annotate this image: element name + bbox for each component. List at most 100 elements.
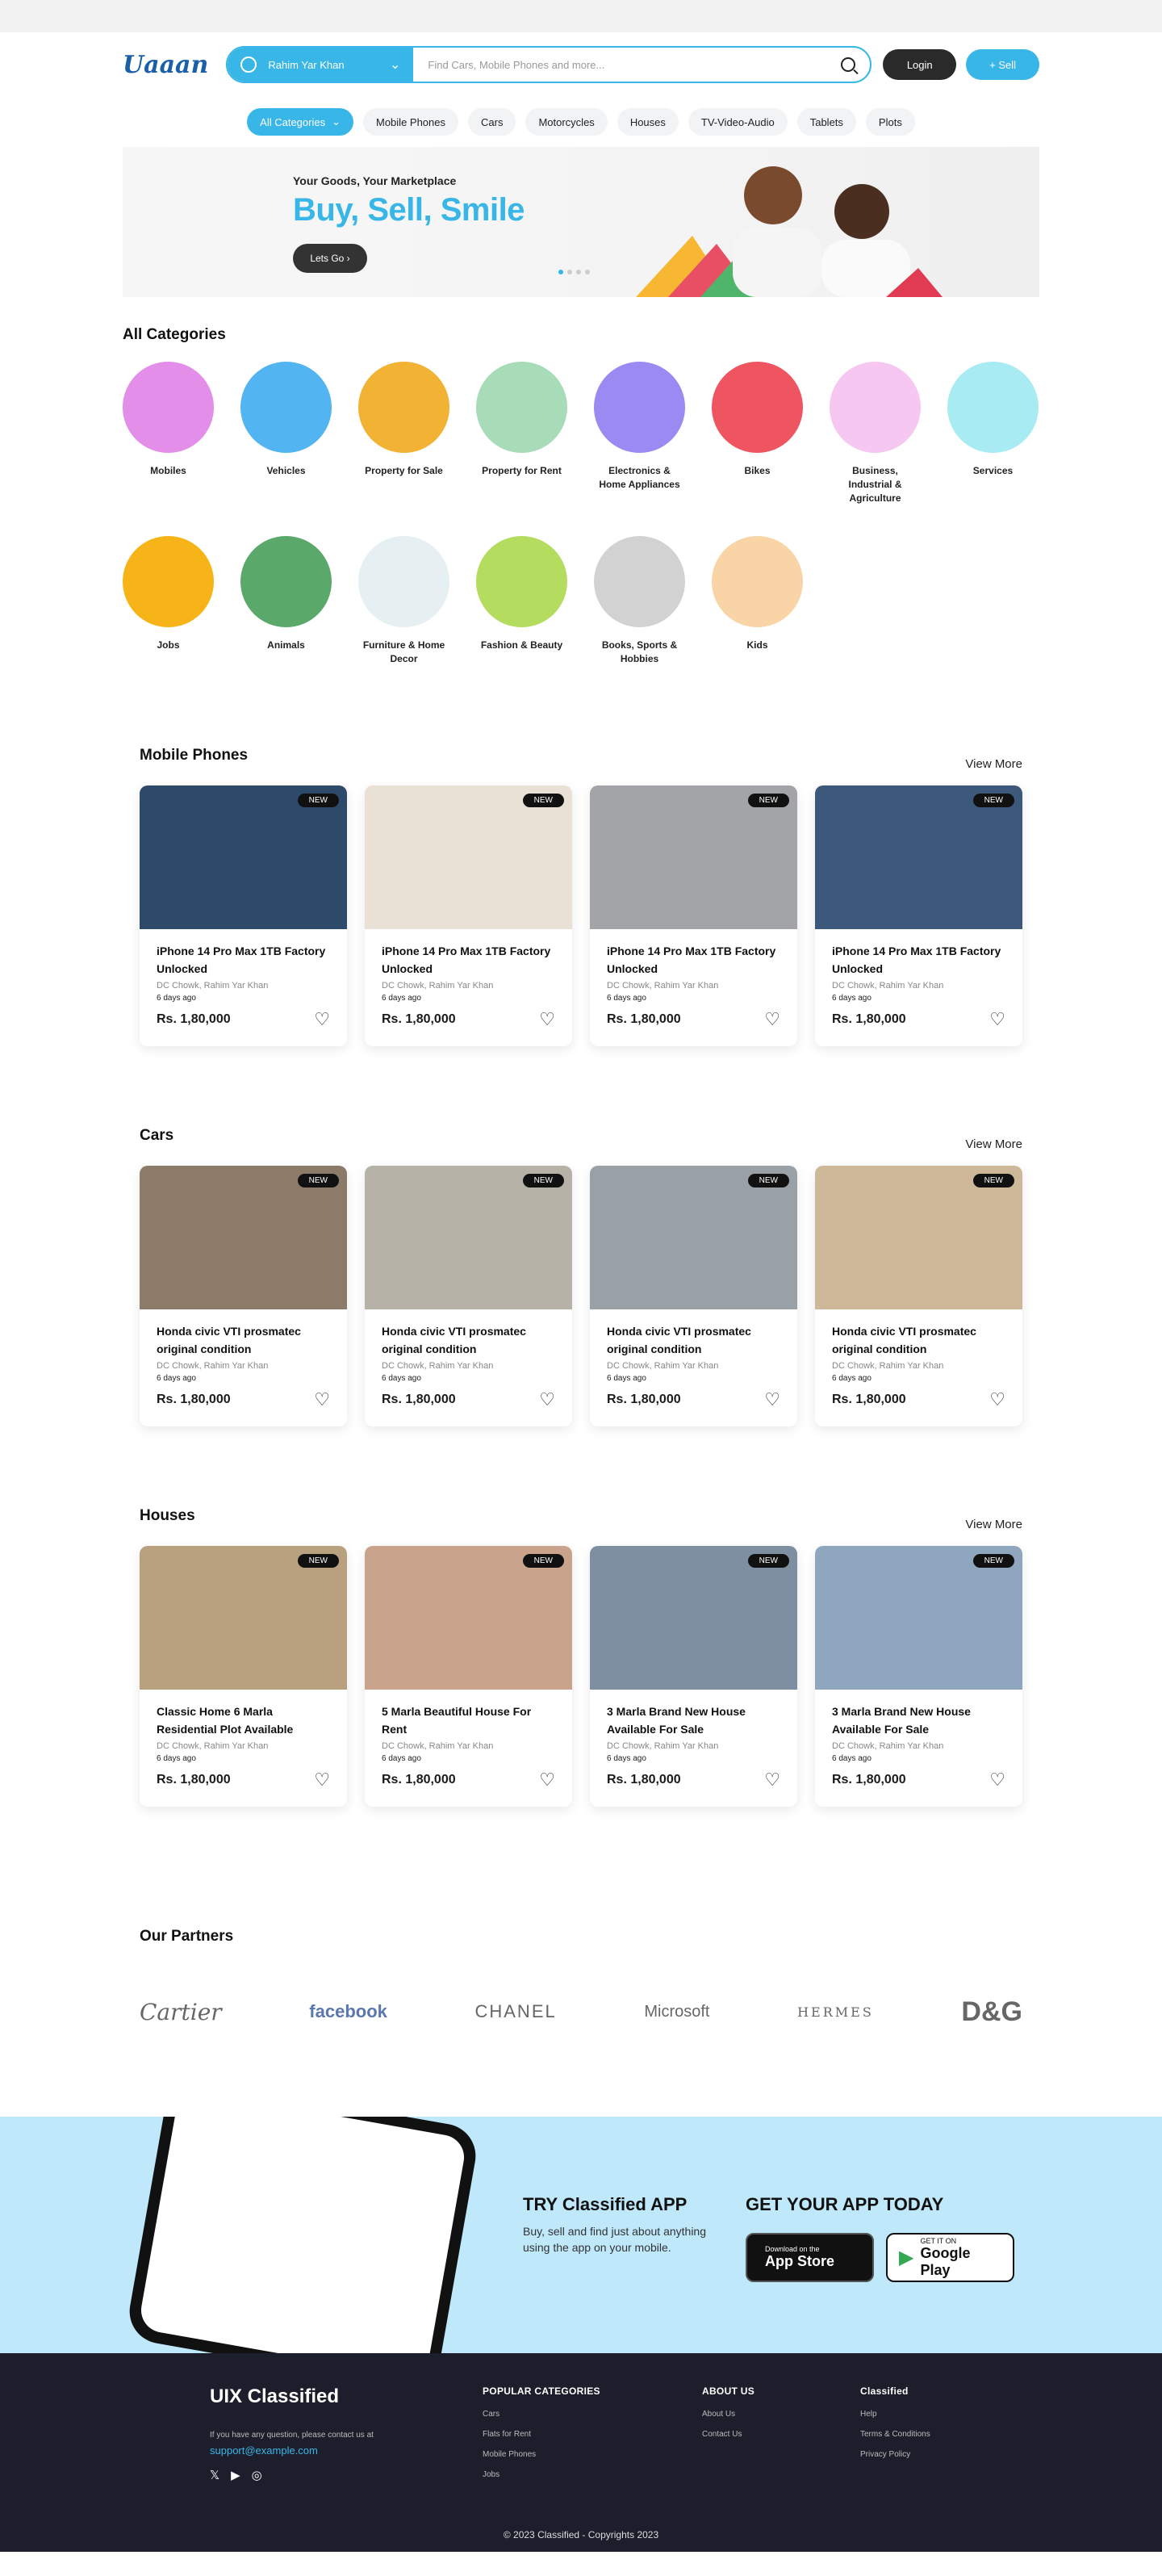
heart-icon[interactable]: ♡ bbox=[539, 1770, 555, 1791]
heart-icon[interactable]: ♡ bbox=[764, 1389, 780, 1410]
hero-tagline: Your Goods, Your Marketplace bbox=[293, 174, 457, 187]
heart-icon[interactable]: ♡ bbox=[764, 1770, 780, 1791]
category-item[interactable]: Property for Sale bbox=[358, 362, 449, 505]
listing-card[interactable]: NEW Honda civic VTI prosmatec original co… bbox=[140, 1166, 347, 1426]
category-item[interactable]: Animals bbox=[240, 536, 332, 666]
youtube-icon[interactable]: ▶ bbox=[231, 2468, 240, 2482]
listing-card[interactable]: NEW Honda civic VTI prosmatec original co… bbox=[815, 1166, 1022, 1426]
site-logo[interactable]: Uaaan bbox=[123, 51, 223, 79]
twitter-icon[interactable]: 𝕏 bbox=[210, 2468, 219, 2482]
category-item[interactable]: Electronics & Home Appliances bbox=[594, 362, 685, 505]
nav-item[interactable]: Houses bbox=[617, 108, 679, 136]
listing-card[interactable]: NEW Honda civic VTI prosmatec original co… bbox=[590, 1166, 797, 1426]
category-label: Property for Sale bbox=[365, 465, 443, 476]
heart-icon[interactable]: ♡ bbox=[314, 1389, 330, 1410]
hero-headline: Buy, Sell, Smile bbox=[293, 192, 525, 228]
footer-link[interactable]: Mobile Phones bbox=[483, 2450, 702, 2459]
listing-location: DC Chowk, Rahim Yar Khan bbox=[832, 1741, 944, 1751]
nav-item[interactable]: Motorcycles bbox=[525, 108, 608, 136]
search-input[interactable]: Find Cars, Mobile Phones and more... bbox=[413, 48, 870, 82]
heart-icon[interactable]: ♡ bbox=[539, 1009, 555, 1030]
heart-icon[interactable]: ♡ bbox=[314, 1009, 330, 1030]
listing-card[interactable]: NEW iPhone 14 Pro Max 1TB Factory Unlocke… bbox=[815, 785, 1022, 1046]
category-item[interactable]: Property for Rent bbox=[476, 362, 567, 505]
listing-location: DC Chowk, Rahim Yar Khan bbox=[607, 1361, 719, 1371]
category-label: Electronics & Home Appliances bbox=[599, 465, 680, 490]
category-image bbox=[830, 362, 921, 453]
listing-card[interactable]: NEW 5 Marla Beautiful House For Rent DC Ch… bbox=[365, 1546, 572, 1807]
view-more-link[interactable]: View More bbox=[965, 1518, 1022, 1531]
sell-button[interactable]: + Sell bbox=[966, 49, 1039, 80]
heart-icon[interactable]: ♡ bbox=[989, 1389, 1005, 1410]
all-categories-button[interactable]: All Categories ⌄ bbox=[247, 108, 353, 136]
listing-price: Rs. 1,80,000 bbox=[607, 1773, 681, 1786]
search-icon[interactable] bbox=[841, 57, 856, 72]
listing-card[interactable]: NEW iPhone 14 Pro Max 1TB Factory Unlocke… bbox=[140, 785, 347, 1046]
hero-cta-button[interactable]: Lets Go › bbox=[293, 244, 367, 273]
view-more-link[interactable]: View More bbox=[965, 1137, 1022, 1151]
heart-icon[interactable]: ♡ bbox=[539, 1389, 555, 1410]
category-label: Services bbox=[972, 465, 1014, 476]
category-item[interactable]: Vehicles bbox=[240, 362, 332, 505]
listing-section: Mobile Phones View More NEW iPhone 14 Pro M… bbox=[0, 747, 1162, 1046]
partner-logos: Cartier facebook CHANEL Microsoft HERMES… bbox=[140, 1979, 1022, 2044]
location-selector[interactable]: Rahim Yar Khan ⌄ bbox=[228, 48, 414, 82]
listing-card[interactable]: NEW Honda civic VTI prosmatec original co… bbox=[365, 1166, 572, 1426]
category-label: Animals bbox=[267, 639, 305, 651]
listing-location: DC Chowk, Rahim Yar Khan bbox=[382, 981, 494, 991]
footer-logo[interactable]: UIX Classified bbox=[210, 2385, 483, 2408]
try-app-block: TRY Classified APP Buy, sell and find ju… bbox=[523, 2194, 708, 2256]
listing-title: iPhone 14 Pro Max 1TB Factory Unlocked bbox=[607, 945, 776, 975]
login-button[interactable]: Login bbox=[883, 49, 957, 80]
footer-email-link[interactable]: support@example.com bbox=[210, 2444, 483, 2457]
category-label: Jobs bbox=[157, 639, 180, 651]
footer-link[interactable]: Flats for Rent bbox=[483, 2430, 702, 2439]
listing-card[interactable]: NEW Classic Home 6 Marla Residential Plot… bbox=[140, 1546, 347, 1807]
app-store-big: App Store bbox=[765, 2253, 835, 2269]
listing-card[interactable]: NEW 3 Marla Brand New House Available For… bbox=[815, 1546, 1022, 1807]
footer-link[interactable]: Cars bbox=[483, 2410, 702, 2419]
carousel-dots[interactable] bbox=[558, 270, 590, 274]
new-badge: NEW bbox=[972, 794, 1014, 807]
category-item[interactable]: Business, Industrial & Agriculture bbox=[830, 362, 921, 505]
listing-card[interactable]: NEW 3 Marla Brand New House Available For… bbox=[590, 1546, 797, 1807]
category-item[interactable]: Mobiles bbox=[123, 362, 214, 505]
listing-title: 3 Marla Brand New House Available For Sa… bbox=[607, 1705, 746, 1736]
heart-icon[interactable]: ♡ bbox=[989, 1770, 1005, 1791]
nav-item[interactable]: TV-Video-Audio bbox=[688, 108, 788, 136]
instagram-icon[interactable]: ◎ bbox=[252, 2468, 262, 2482]
footer-link[interactable]: Terms & Conditions bbox=[860, 2430, 1080, 2439]
nav-item[interactable]: Tablets bbox=[796, 108, 856, 136]
listing-price: Rs. 1,80,000 bbox=[157, 1012, 231, 1026]
listing-location: DC Chowk, Rahim Yar Khan bbox=[832, 981, 944, 991]
listing-price: Rs. 1,80,000 bbox=[157, 1393, 231, 1406]
heart-icon[interactable]: ♡ bbox=[314, 1770, 330, 1791]
nav-item[interactable]: Mobile Phones bbox=[363, 108, 458, 136]
category-item[interactable]: Fashion & Beauty bbox=[476, 536, 567, 666]
footer-link[interactable]: Help bbox=[860, 2410, 1080, 2419]
nav-item[interactable]: Plots bbox=[865, 108, 915, 136]
category-image bbox=[476, 362, 567, 453]
listing-location: DC Chowk, Rahim Yar Khan bbox=[157, 981, 269, 991]
category-item[interactable]: Bikes bbox=[712, 362, 803, 505]
category-item[interactable]: Jobs bbox=[123, 536, 214, 666]
google-play-button[interactable]: ▶ GET IT ON Google Play bbox=[886, 2233, 1014, 2282]
footer-link[interactable]: Privacy Policy bbox=[860, 2450, 1080, 2459]
heart-icon[interactable]: ♡ bbox=[764, 1009, 780, 1030]
category-item[interactable]: Services bbox=[947, 362, 1039, 505]
footer-link[interactable]: About Us bbox=[702, 2410, 860, 2419]
footer-link[interactable]: Contact Us bbox=[702, 2430, 860, 2439]
footer-link[interactable]: Jobs bbox=[483, 2470, 702, 2479]
listing-image: NEW bbox=[590, 1166, 797, 1309]
category-item[interactable]: Furniture & Home Decor bbox=[358, 536, 449, 666]
category-item[interactable]: Kids bbox=[712, 536, 803, 666]
nav-item[interactable]: Cars bbox=[468, 108, 516, 136]
listing-card[interactable]: NEW iPhone 14 Pro Max 1TB Factory Unlocke… bbox=[590, 785, 797, 1046]
phone-mockup-image bbox=[124, 2117, 481, 2353]
view-more-link[interactable]: View More bbox=[965, 757, 1022, 771]
listing-card[interactable]: NEW iPhone 14 Pro Max 1TB Factory Unlocke… bbox=[365, 785, 572, 1046]
category-item[interactable]: Books, Sports & Hobbies bbox=[594, 536, 685, 666]
footer-col-classified: Classified Help Terms & Conditions Priva… bbox=[860, 2385, 1080, 2490]
app-store-button[interactable]: Download on the App Store bbox=[746, 2233, 874, 2282]
heart-icon[interactable]: ♡ bbox=[989, 1009, 1005, 1030]
